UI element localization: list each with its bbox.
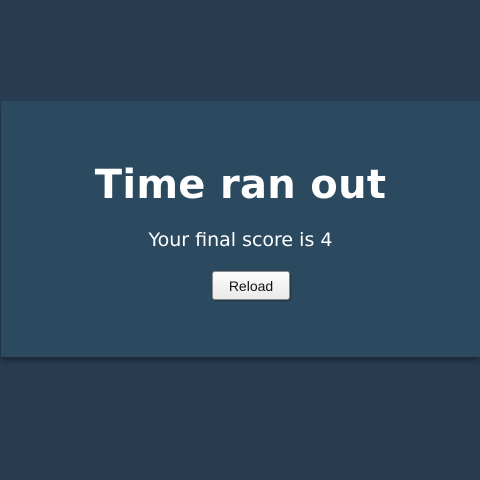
final-score-text: Your final score is 4 [148, 229, 333, 251]
game-over-panel: Time ran out Your final score is 4 Reloa… [1, 101, 480, 357]
game-over-title: Time ran out [94, 162, 387, 208]
reload-button[interactable]: Reload [212, 271, 290, 300]
